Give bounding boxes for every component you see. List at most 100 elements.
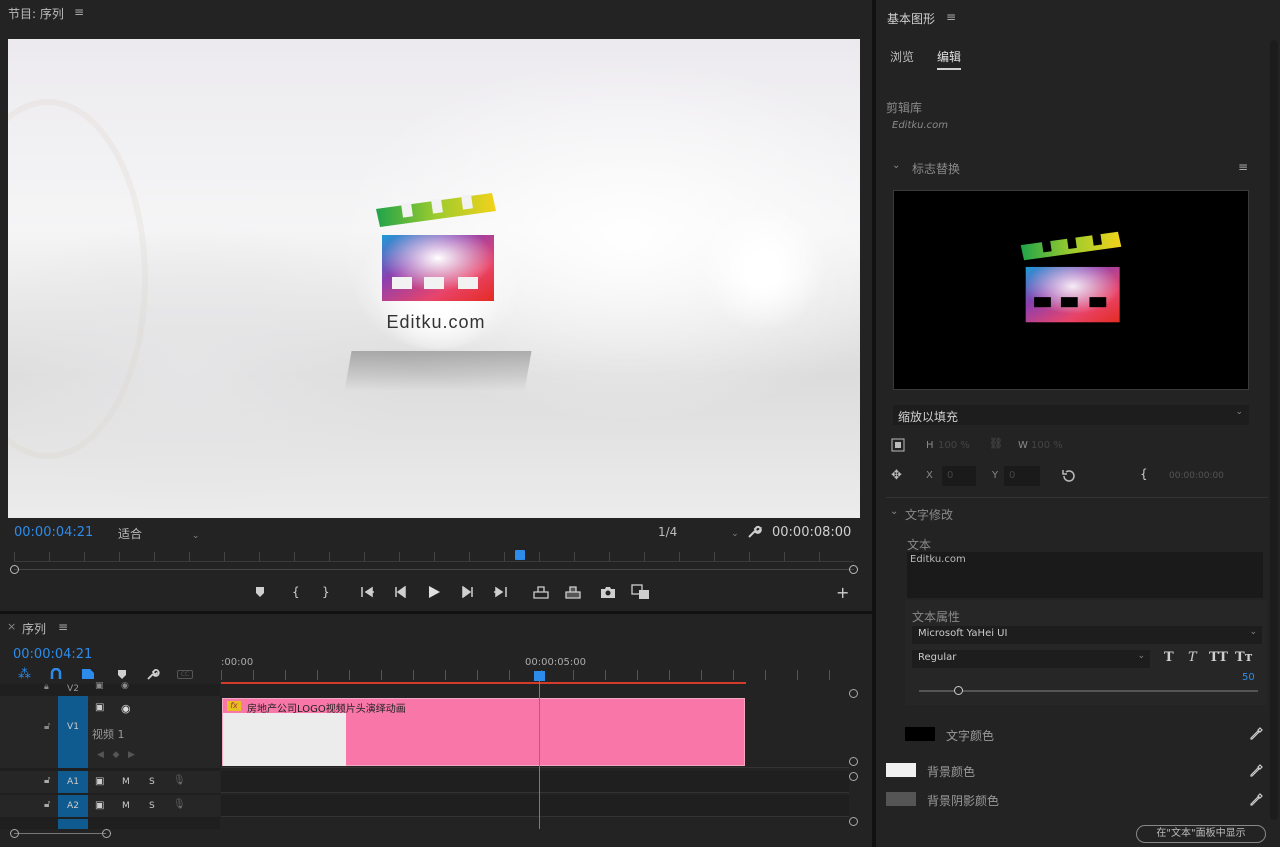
- bg-shadow-swatch[interactable]: [886, 792, 916, 806]
- mute-button[interactable]: M: [122, 801, 130, 811]
- step-forward-icon[interactable]: [460, 586, 474, 598]
- camera-icon[interactable]: [600, 585, 616, 599]
- section-logo-title[interactable]: 标志替换: [912, 160, 960, 177]
- a-scroll-handle-bottom[interactable]: [849, 817, 858, 826]
- x-field[interactable]: 0: [942, 466, 976, 486]
- lock-icon[interactable]: 🔓︎: [44, 775, 50, 786]
- track-v2-label[interactable]: V2: [58, 684, 88, 696]
- program-playhead[interactable]: [515, 550, 525, 560]
- logo-preview[interactable]: [893, 190, 1249, 390]
- link-icon[interactable]: ⛓: [989, 437, 1003, 450]
- timeline-marker-icon[interactable]: [117, 669, 127, 680]
- lock-icon[interactable]: 🔒︎: [44, 682, 49, 692]
- timeline-clip[interactable]: fx 房地产公司LOGO视频片头演绎动画: [222, 698, 745, 766]
- toggle-sync-icon[interactable]: ▣: [95, 800, 104, 811]
- comparison-view-icon[interactable]: [631, 584, 651, 600]
- solo-button[interactable]: S: [149, 801, 155, 811]
- wrench-icon[interactable]: [746, 524, 762, 540]
- timeline-menu-icon[interactable]: ≡: [58, 620, 68, 634]
- tab-edit[interactable]: 编辑: [937, 48, 962, 70]
- mark-out-icon[interactable]: }: [320, 585, 332, 599]
- chevron-down-icon[interactable]: ⌄: [890, 506, 898, 517]
- text-color-swatch[interactable]: [905, 727, 935, 741]
- track-a2-label[interactable]: A2: [58, 795, 88, 817]
- h-zoom-bar[interactable]: [14, 833, 106, 834]
- tab-browse[interactable]: 浏览: [890, 48, 914, 65]
- y-field[interactable]: 0: [1004, 466, 1040, 486]
- toggle-sync-icon[interactable]: ▣: [95, 776, 104, 787]
- program-menu-icon[interactable]: ≡: [74, 5, 84, 19]
- rotation-timecode[interactable]: 00:00:00:00: [1169, 471, 1224, 481]
- program-ruler[interactable]: [14, 552, 854, 562]
- section-text-title[interactable]: 文字修改: [905, 506, 953, 523]
- program-video-frame[interactable]: Editku.com: [8, 39, 860, 518]
- fit-select[interactable]: 缩放以填充 ⌄: [893, 405, 1249, 425]
- zoom-handle-left[interactable]: [10, 565, 19, 574]
- chevron-down-icon[interactable]: ⌄: [892, 160, 900, 171]
- track-v1-target[interactable]: [58, 696, 88, 768]
- snap-magnet-icon[interactable]: [50, 668, 62, 680]
- anchor-bracket-icon[interactable]: {: [1140, 467, 1148, 481]
- track-a2-lane[interactable]: [221, 795, 849, 817]
- program-zoom-bar[interactable]: [14, 569, 854, 570]
- all-caps-icon[interactable]: TT: [1209, 650, 1228, 665]
- go-to-in-icon[interactable]: [360, 586, 376, 598]
- italic-text-icon[interactable]: T: [1188, 650, 1197, 665]
- font-family-select[interactable]: Microsoft YaHei UI ⌄: [912, 626, 1262, 644]
- nest-icon[interactable]: ⁂: [18, 667, 31, 682]
- font-style-select[interactable]: Regular ⌄: [912, 650, 1150, 668]
- v-scroll-handle-bottom[interactable]: [849, 757, 858, 766]
- w-value[interactable]: 100 %: [1031, 440, 1063, 451]
- work-area-bar[interactable]: [221, 682, 746, 684]
- scrollbar[interactable]: [1270, 40, 1278, 820]
- small-caps-icon[interactable]: Tт: [1235, 650, 1253, 665]
- add-marker-icon[interactable]: [254, 586, 266, 598]
- extract-icon[interactable]: [564, 585, 582, 599]
- timeline-playhead-handle[interactable]: [534, 671, 545, 681]
- track-a1-lane[interactable]: [221, 771, 849, 793]
- microphone-icon[interactable]: 🎙︎: [173, 799, 186, 810]
- v-scroll-handle-top[interactable]: [849, 689, 858, 698]
- microphone-icon[interactable]: 🎙︎: [173, 775, 186, 786]
- solo-button[interactable]: S: [149, 777, 155, 787]
- eyedropper-icon[interactable]: [1248, 791, 1264, 807]
- scale-icon[interactable]: [891, 438, 905, 452]
- h-zoom-handle-left[interactable]: [10, 829, 19, 838]
- bg-color-swatch[interactable]: [886, 763, 916, 777]
- linked-selection-icon[interactable]: [81, 668, 95, 680]
- program-timecode-current[interactable]: 00:00:04:21: [14, 525, 93, 540]
- bold-text-icon[interactable]: T: [1164, 650, 1174, 665]
- close-icon[interactable]: ×: [7, 620, 16, 633]
- font-size-slider-thumb[interactable]: [954, 686, 963, 695]
- eye-icon[interactable]: ◉: [121, 681, 129, 691]
- panel-divider-horizontal[interactable]: [0, 611, 872, 614]
- toggle-sync-icon[interactable]: ▣: [95, 681, 104, 691]
- a-scroll-handle-top[interactable]: [849, 772, 858, 781]
- rotate-icon[interactable]: [1061, 468, 1077, 484]
- zoom-handle-right[interactable]: [849, 565, 858, 574]
- eye-icon[interactable]: ◉: [121, 702, 131, 715]
- eyedropper-icon[interactable]: [1248, 725, 1264, 741]
- lock-icon[interactable]: 🔓︎: [44, 799, 50, 810]
- timeline-settings-wrench-icon[interactable]: [146, 668, 160, 680]
- captions-icon[interactable]: CC: [177, 670, 193, 679]
- font-size-value[interactable]: 50: [1242, 672, 1255, 683]
- move-icon[interactable]: ✥: [891, 468, 902, 483]
- eyedropper-icon[interactable]: [1248, 762, 1264, 778]
- essential-menu-icon[interactable]: ≡: [946, 10, 956, 24]
- lock-icon[interactable]: 🔓︎: [44, 721, 50, 732]
- track-a3-label[interactable]: [58, 819, 88, 829]
- timeline-timecode[interactable]: 00:00:04:21: [13, 647, 92, 662]
- section-menu-icon[interactable]: ≡: [1238, 160, 1248, 174]
- h-value[interactable]: 100 %: [938, 440, 970, 451]
- step-back-icon[interactable]: [394, 586, 408, 598]
- panel-divider-vertical[interactable]: [872, 0, 876, 847]
- add-button-icon[interactable]: +: [836, 583, 849, 602]
- lift-icon[interactable]: [532, 585, 550, 599]
- mark-in-icon[interactable]: {: [290, 585, 302, 599]
- track-a1-label[interactable]: A1: [58, 771, 88, 793]
- keyframe-prev-icon[interactable]: ◀ ◆ ▶: [97, 750, 135, 760]
- show-in-text-panel-button[interactable]: 在"文本"面板中显示: [1136, 825, 1266, 843]
- play-icon[interactable]: [427, 585, 441, 599]
- h-zoom-handle-right[interactable]: [102, 829, 111, 838]
